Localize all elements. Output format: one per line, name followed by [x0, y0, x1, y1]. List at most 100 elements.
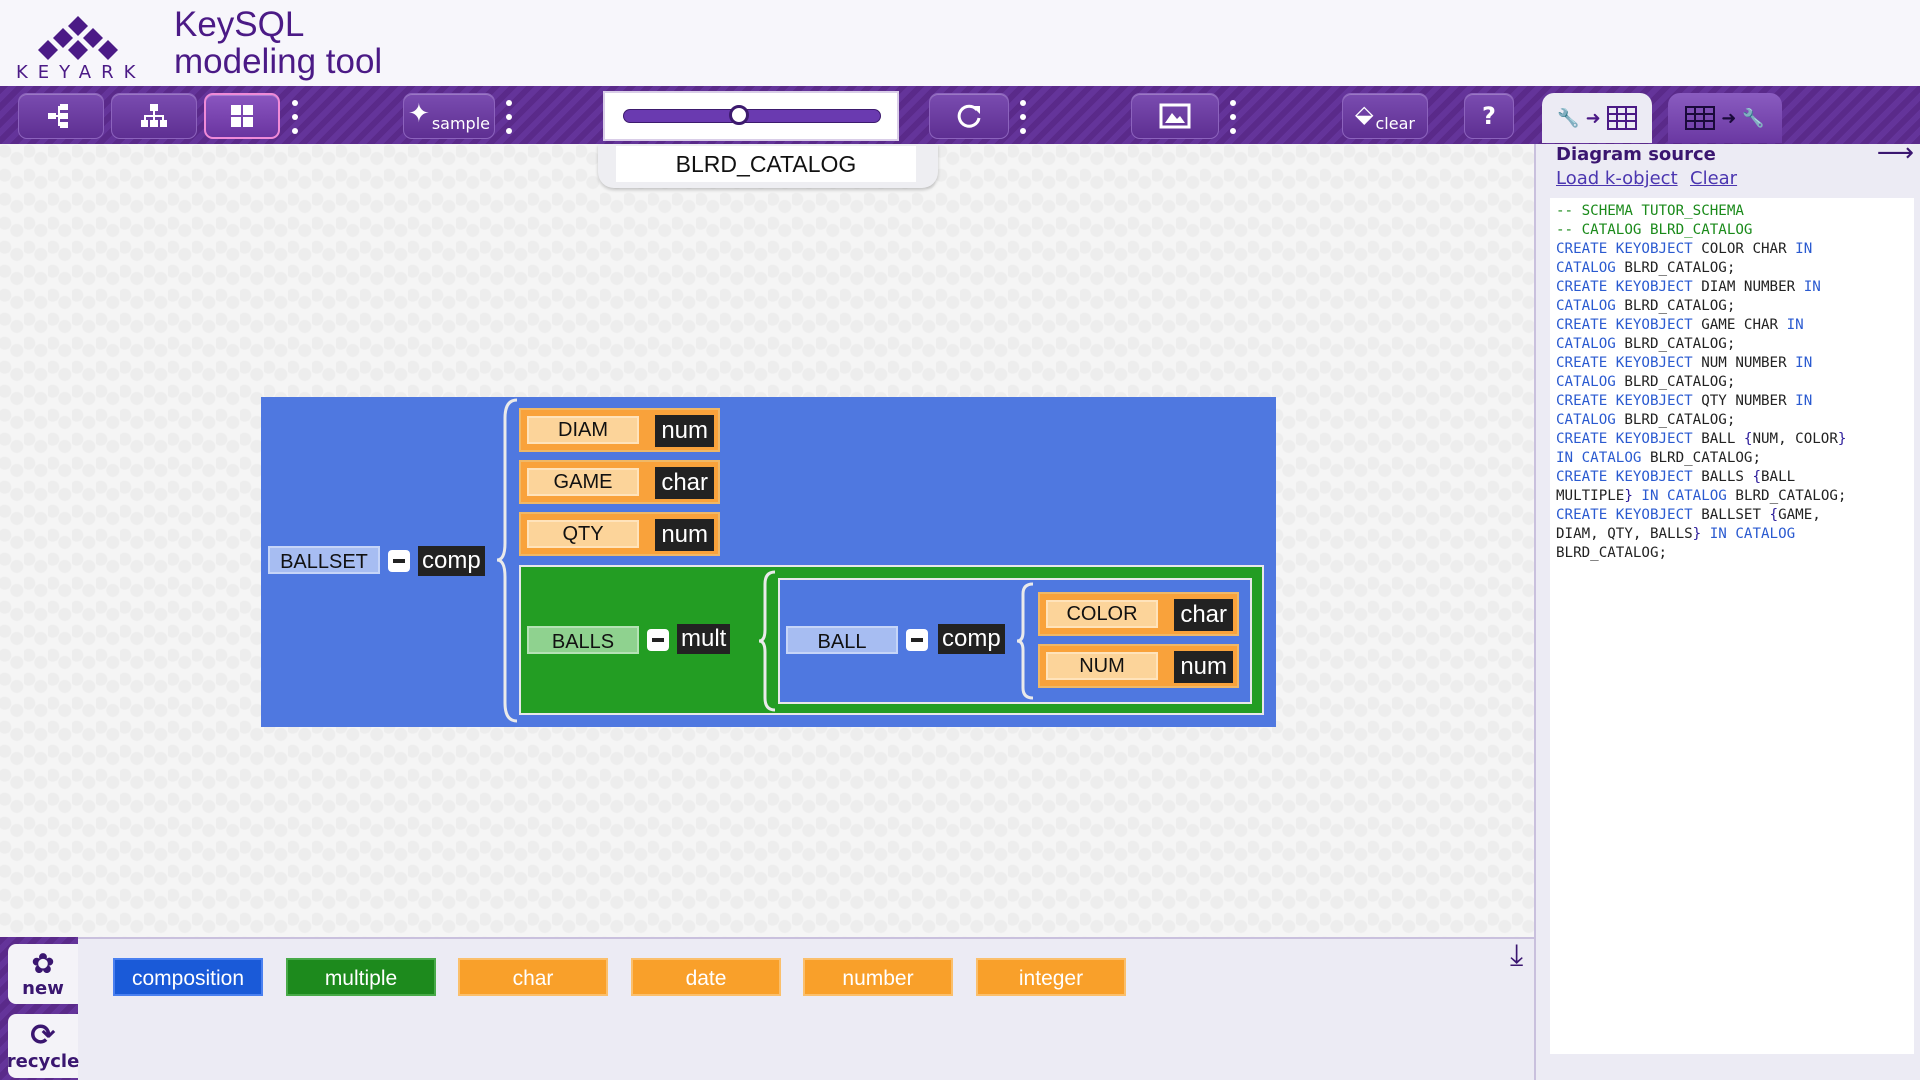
hierarchy-layout-button[interactable] — [111, 93, 197, 139]
key-icon: 🔧 — [1742, 107, 1765, 129]
table-icon — [1685, 106, 1716, 130]
code-line: CATALOG BLRD_CATALOG; — [1556, 259, 1908, 278]
code-line: CREATE KEYOBJECT DIAM NUMBER IN — [1556, 278, 1908, 297]
recycle-icon: ⟳ — [30, 1017, 56, 1053]
load-k-object-link[interactable]: Load k-object — [1556, 168, 1678, 189]
palette-date[interactable]: date — [631, 958, 781, 996]
layout-more-menu[interactable] — [292, 100, 298, 134]
sparkle-icon: ✦ — [408, 99, 430, 129]
leaf-diam[interactable]: DIAM num — [519, 408, 720, 452]
code-token: } — [1624, 488, 1633, 504]
palette-integer[interactable]: integer — [976, 958, 1126, 996]
ballset-brace — [496, 398, 518, 723]
code-token: BLRD_CATALOG; — [1615, 336, 1736, 352]
balls-collapse-button[interactable] — [647, 629, 669, 651]
collapse-palette-icon[interactable]: ⤓ — [1510, 938, 1523, 973]
sample-label: sample — [431, 113, 490, 133]
code-line: CREATE KEYOBJECT GAME CHAR IN — [1556, 316, 1908, 335]
recycle-label: recycle — [6, 1050, 80, 1072]
code-token: } — [1692, 526, 1702, 542]
clear-source-link[interactable]: Clear — [1690, 168, 1737, 189]
palette-number[interactable]: number — [803, 958, 953, 996]
code-line: IN CATALOG BLRD_CATALOG; — [1556, 449, 1908, 468]
ballset-name[interactable]: BALLSET — [268, 546, 380, 574]
diagram-source-panel: Diagram source ⟶ Load k-object Clear -- … — [1534, 138, 1920, 1080]
code-token: CATALOG — [1556, 412, 1616, 428]
palette-multiple[interactable]: multiple — [286, 958, 436, 996]
code-token: BLRD_CATALOG; — [1556, 545, 1668, 561]
palette-char[interactable]: char — [458, 958, 608, 996]
hierarchy-icon — [141, 104, 167, 127]
code-token: CATALOG — [1556, 260, 1616, 276]
app-title-line1: KeySQL — [174, 5, 305, 44]
ballset-collapse-button[interactable] — [388, 550, 410, 572]
help-button[interactable]: ? — [1464, 93, 1514, 139]
code-token: BLRD_CATALOG; — [1641, 450, 1762, 466]
collapse-panel-icon[interactable]: ⟶ — [1877, 138, 1914, 168]
code-line: CATALOG BLRD_CATALOG; — [1556, 411, 1908, 430]
zoom-slider-thumb[interactable] — [729, 105, 750, 125]
code-token: CREATE KEYOBJECT — [1556, 431, 1693, 447]
leaf-diam-name[interactable]: DIAM — [527, 416, 639, 444]
tab-model-to-table[interactable]: 🔧 ➜ — [1542, 93, 1652, 143]
ball-collapse-button[interactable] — [906, 629, 928, 651]
recycle-button[interactable]: ⟳ recycle — [6, 1014, 80, 1078]
source-code-editor[interactable]: -- SCHEMA TUTOR_SCHEMA -- CATALOG BLRD_CA… — [1550, 198, 1914, 1054]
code-token: CREATE KEYOBJECT — [1556, 393, 1693, 409]
leaf-qty[interactable]: QTY num — [519, 512, 720, 556]
code-token: DIAM NUMBER — [1692, 279, 1804, 295]
catalog-name-field[interactable]: BLRD_CATALOG — [616, 146, 916, 182]
ball-name[interactable]: BALL — [786, 626, 898, 654]
code-token: IN — [1803, 279, 1821, 295]
zoom-slider[interactable] — [603, 91, 899, 141]
balls-kind: mult — [677, 624, 731, 654]
balls-name[interactable]: BALLS — [527, 626, 639, 654]
leaf-game-name[interactable]: GAME — [527, 468, 639, 496]
code-token: IN CATALOG — [1632, 488, 1727, 504]
code-token: BALL — [1761, 469, 1796, 485]
code-line: CREATE KEYOBJECT BALLS {BALL — [1556, 468, 1908, 487]
export-image-button[interactable] — [1131, 93, 1219, 139]
leaf-game-type: char — [655, 467, 714, 499]
code-token: IN — [1795, 241, 1813, 257]
sample-button[interactable]: ✦ sample — [403, 93, 495, 139]
tree-layout-icon — [48, 104, 68, 128]
code-token: COLOR CHAR — [1692, 241, 1796, 257]
logo-text: KEYARK — [16, 62, 146, 83]
code-line: CREATE KEYOBJECT NUM NUMBER IN — [1556, 354, 1908, 373]
code-token: BLRD_CATALOG; — [1615, 260, 1736, 276]
leaf-num-name[interactable]: NUM — [1046, 652, 1158, 680]
leaf-num[interactable]: NUM num — [1038, 644, 1239, 688]
sample-more-menu[interactable] — [506, 100, 512, 134]
code-line: -- CATALOG BLRD_CATALOG — [1556, 222, 1753, 238]
leaf-qty-name[interactable]: QTY — [527, 520, 639, 548]
table-icon — [1606, 106, 1637, 130]
refresh-more-menu[interactable] — [1020, 100, 1026, 134]
code-token: CREATE KEYOBJECT — [1556, 507, 1693, 523]
key-icon: 🔧 — [1557, 107, 1580, 129]
leaf-num-type: num — [1174, 651, 1233, 683]
palette-composition[interactable]: composition — [113, 958, 263, 996]
export-more-menu[interactable] — [1230, 100, 1236, 134]
new-label: new — [22, 977, 64, 999]
code-token: DIAM, QTY, BALLS — [1556, 526, 1693, 542]
grid-layout-button[interactable] — [204, 93, 280, 139]
tab-table-to-model[interactable]: ➜ 🔧 — [1668, 93, 1782, 143]
ball-brace — [1016, 582, 1034, 700]
clear-button[interactable]: ⬙ clear — [1342, 93, 1428, 139]
code-token: CREATE KEYOBJECT — [1556, 355, 1693, 371]
code-token: BLRD_CATALOG; — [1615, 374, 1736, 390]
refresh-button[interactable] — [929, 93, 1009, 139]
zoom-slider-track[interactable] — [623, 109, 881, 123]
leaf-game[interactable]: GAME char — [519, 460, 720, 504]
tree-layout-button[interactable] — [18, 93, 104, 139]
code-token: CATALOG — [1556, 336, 1616, 352]
leaf-color-name[interactable]: COLOR — [1046, 600, 1158, 628]
code-token: BALLSET — [1692, 507, 1770, 523]
code-token: CATALOG — [1556, 374, 1616, 390]
image-icon — [1159, 103, 1191, 129]
leaf-color[interactable]: COLOR char — [1038, 592, 1239, 636]
new-button[interactable]: ✿ new — [8, 944, 78, 1004]
arrow-right-icon: ➜ — [1585, 107, 1601, 129]
balls-brace — [758, 570, 776, 712]
